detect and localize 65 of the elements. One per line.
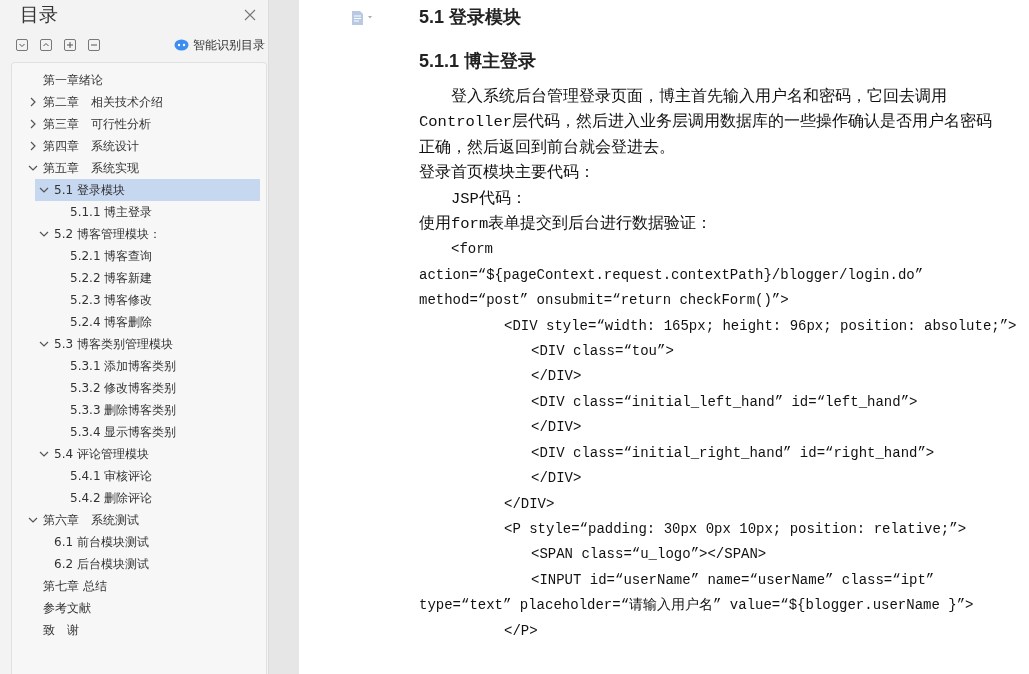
robot-icon [174,39,189,51]
toc-item[interactable]: 5.4.2 删除评论 [51,487,260,509]
toc-item[interactable]: 5.2.4 博客删除 [51,311,260,333]
code-line: type=“text” placeholder=“请输入用户名” value=“${blogger.userName }”> [419,596,974,616]
smart-toc-button[interactable]: 智能识别目录 [174,36,265,54]
section-heading: 5.1.1 博主登录 [419,50,538,73]
code-line: </DIV> [503,494,555,514]
body-paragraph: 使用form表单提交到后台进行数据验证： [419,213,714,236]
chevron-icon[interactable] [39,185,49,195]
chevron-icon[interactable] [28,97,38,107]
toc-item[interactable]: 第六章 系统测试 [24,509,260,531]
toc-item[interactable]: 5.1 登录模块 [35,179,260,201]
toc-item[interactable]: 第五章 系统实现 [24,157,260,179]
toc-item[interactable]: 第七章 总结 [24,575,260,597]
chevron-icon[interactable] [28,141,38,151]
chevron-icon[interactable] [28,515,38,525]
code-line: method=“post” onsubmit=“return checkForm()”> [419,291,789,311]
toc-item[interactable]: 5.3 博客类别管理模块 [35,333,260,355]
toc-item[interactable]: 5.3.3 删除博客类别 [51,399,260,421]
code-line: <DIV class=“initial_left_hand” id=“left_hand”> [530,392,918,412]
code-line: <SPAN class=“u_logo”></SPAN> [530,545,767,565]
toc-item[interactable]: 5.3.4 显示博客类别 [51,421,260,443]
code-line: </DIV> [530,367,582,387]
toc-item[interactable]: 5.4.1 审核评论 [51,465,260,487]
toc-item[interactable]: 第四章 系统设计 [24,135,260,157]
add-level-button[interactable] [64,39,76,51]
code-line: <DIV class=“initial_right_hand” id=“right_hand”> [530,443,935,463]
code-line: <DIV class=“tou”> [530,342,674,362]
chevron-icon[interactable] [28,119,38,129]
code-line: </P> [503,621,538,641]
code-line: </DIV> [530,418,582,438]
remove-level-button[interactable] [88,39,100,51]
toc-item[interactable]: 5.3.2 修改博客类别 [51,377,260,399]
collapse-all-button[interactable] [16,39,28,51]
code-line: <form [450,240,493,260]
toc-item[interactable]: 第一章绪论 [24,69,260,91]
toc-item[interactable]: 5.2.2 博客新建 [51,267,260,289]
toc-item[interactable]: 致 谢 [24,619,260,641]
toc-item[interactable]: 第二章 相关技术介绍 [24,91,260,113]
toc-item[interactable]: 5.1.1 博主登录 [51,201,260,223]
toc-title: 目录 [20,2,58,27]
code-line: action=“${pageContext.request.contextPath}/blogger/login.do” [419,265,924,285]
chevron-icon[interactable] [39,339,49,349]
body-paragraph: 登入系统后台管理登录页面，博主首先输入用户名和密码，它回去调用Controller层代码，然后进入业务层调用数据库的一些操作确认是否用户名密码正确，然后返回到前台就会登进去。 [419,86,993,159]
code-line: </DIV> [530,469,582,489]
toc-item[interactable]: 5.4 评论管理模块 [35,443,260,465]
close-icon[interactable] [244,9,256,21]
code-line: <P style=“padding: 30px 0px 10px; position: relative;”> [503,519,967,539]
chevron-icon[interactable] [39,449,49,459]
chevron-icon[interactable] [39,229,49,239]
toc-item[interactable]: 5.2.1 博客查询 [51,245,260,267]
body-paragraph: 登录首页模块主要代码： [419,162,596,185]
toc-item[interactable]: 5.3.1 添加博客类别 [51,355,260,377]
chevron-icon[interactable] [28,163,38,173]
toc-item[interactable]: 参考文献 [24,597,260,619]
toc-item[interactable]: 6.1 前台模块测试 [35,531,260,553]
body-paragraph: JSP代码： [450,188,528,210]
code-line: <INPUT id=“userName” name=“userName” class=“ipt” [530,570,935,590]
toc-item[interactable]: 第三章 可行性分析 [24,113,260,135]
toc-item[interactable]: 6.2 后台模块测试 [35,553,260,575]
code-line: <DIV style=“width: 165px; height: 96px; position: absolute;”> [503,316,1017,336]
toc-item[interactable]: 5.2 博客管理模块： [35,223,260,245]
toc-item[interactable]: 5.2.3 博客修改 [51,289,260,311]
expand-all-button[interactable] [40,39,52,51]
section-heading: 5.1 登录模块 [419,6,523,29]
